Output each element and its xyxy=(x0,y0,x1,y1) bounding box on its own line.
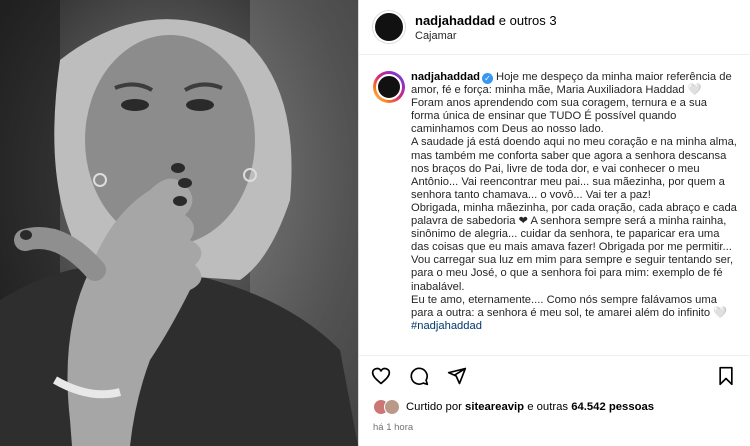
caption-avatar[interactable] xyxy=(373,71,405,103)
likes-text: Curtido por siteareavip e outras 64.542 … xyxy=(406,401,654,413)
post-timestamp[interactable]: há 1 hora xyxy=(359,418,750,437)
author-line: nadjahaddad e outros 3 xyxy=(415,13,557,28)
author-username[interactable]: nadjahaddad xyxy=(415,13,495,28)
avatar[interactable] xyxy=(373,11,405,43)
liker-username[interactable]: siteareavip xyxy=(465,401,524,413)
post-header: nadjahaddad e outros 3 Cajamar xyxy=(359,0,750,55)
caption-username[interactable]: nadjahaddad xyxy=(411,71,480,83)
hashtag-link[interactable]: #nadjahaddad xyxy=(411,320,482,332)
caption-line-2: A saudade já está doendo aqui no meu cor… xyxy=(411,136,737,201)
liker-avatar[interactable] xyxy=(384,399,400,415)
caption-line-1: Foram anos aprendendo com sua coragem, t… xyxy=(411,97,708,136)
heart-icon[interactable] xyxy=(369,364,393,388)
post-sidebar: nadjahaddad e outros 3 Cajamar nadjahadd… xyxy=(359,0,750,446)
share-icon[interactable] xyxy=(445,364,469,388)
action-bar xyxy=(359,356,750,396)
verified-icon: ✓ xyxy=(482,73,493,84)
caption-line-5: Eu te amo, eternamente.... Como nós semp… xyxy=(411,293,728,319)
likes-middle: e outras xyxy=(524,401,572,413)
photo-illustration xyxy=(0,0,358,446)
caption-line-4: Vou carregar sua luz em mim para sempre … xyxy=(411,254,734,293)
caption-line-3: Obrigada, minha mãezinha, por cada oraçã… xyxy=(411,201,737,254)
likes-row: Curtido por siteareavip e outras 64.542 … xyxy=(359,396,750,418)
caption-line-0: nadjahaddad ✓ Hoje me despeço da minha mai… xyxy=(411,71,738,97)
likes-prefix: Curtido por xyxy=(406,401,466,413)
post-photo[interactable] xyxy=(0,0,359,446)
caption-area: nadjahaddad ✓ Hoje me despeço da minha mai… xyxy=(359,55,750,355)
instagram-post: nadjahaddad e outros 3 Cajamar nadjahadd… xyxy=(0,0,750,446)
caption-text: nadjahaddad ✓ Hoje me despeço da minha mai… xyxy=(411,71,738,355)
location[interactable]: Cajamar xyxy=(415,30,557,42)
actions-section: Curtido por siteareavip e outras 64.542 … xyxy=(359,355,750,437)
author-meta: nadjahaddad e outros 3 Cajamar xyxy=(415,13,557,42)
coauthors-text[interactable]: e outros 3 xyxy=(495,13,557,28)
likes-count[interactable]: 64.542 pessoas xyxy=(571,401,654,413)
comment-icon[interactable] xyxy=(407,364,431,388)
bookmark-icon[interactable] xyxy=(714,364,738,388)
